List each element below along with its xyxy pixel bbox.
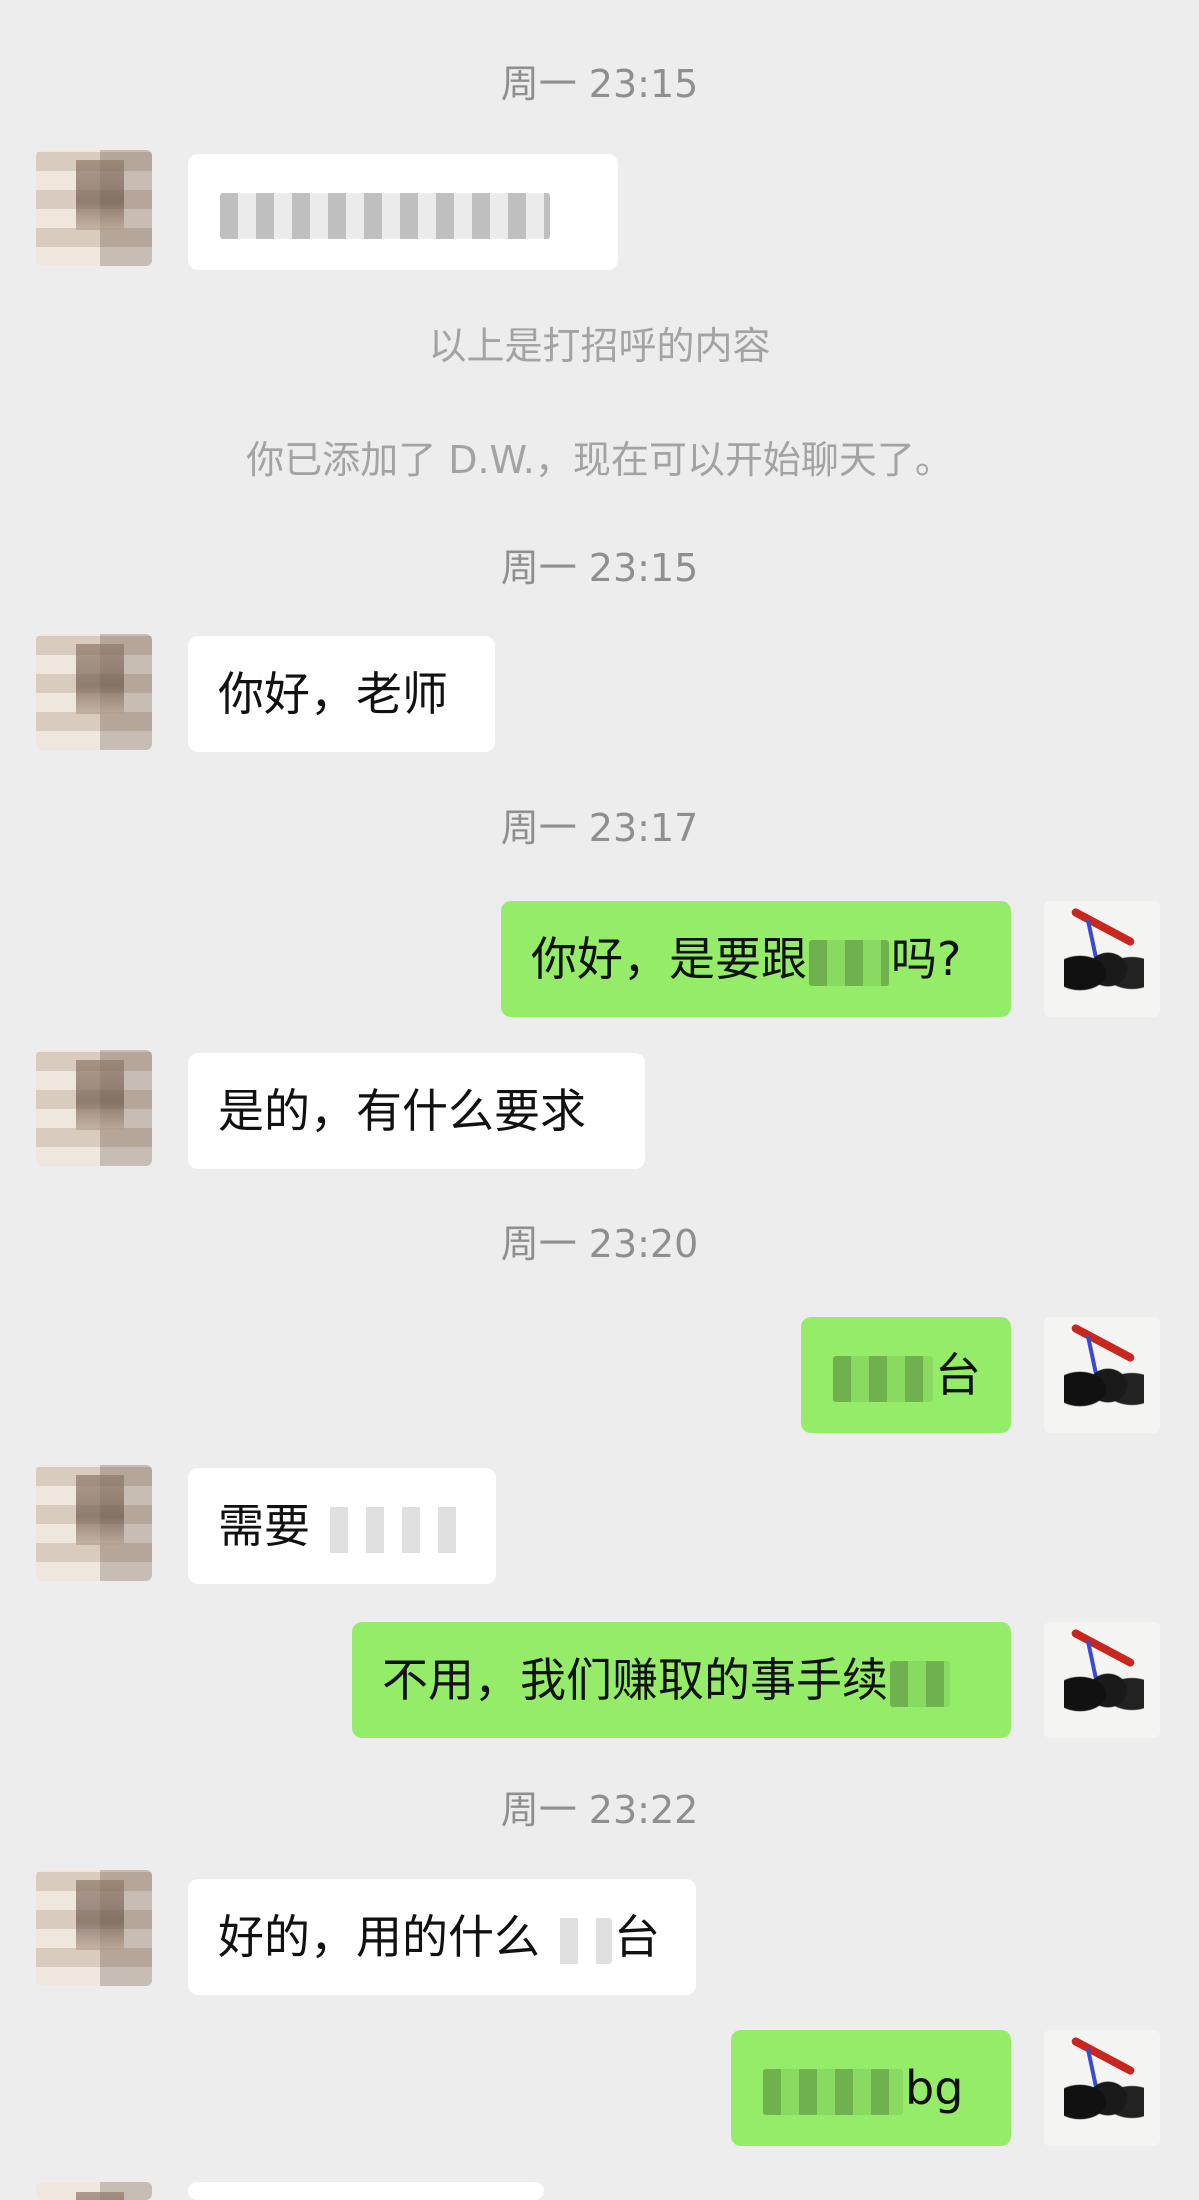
incoming-message[interactable]: 你好，老师: [188, 636, 495, 752]
message-text: 好的，用的什么: [218, 1910, 540, 1964]
system-notice: 以上是打招呼的内容: [428, 324, 771, 368]
timestamp: 周一 23:15: [500, 546, 699, 590]
ink-mountains: [1064, 931, 1144, 1001]
incoming-message[interactable]: [188, 2182, 544, 2200]
timestamp: 周一 23:20: [500, 1222, 699, 1266]
peer-avatar[interactable]: [36, 1050, 152, 1166]
timestamp: 周一 23:17: [500, 806, 699, 850]
peer-avatar[interactable]: [36, 2182, 152, 2200]
message-text: 需要: [218, 1499, 310, 1553]
message-text: 台: [614, 1910, 660, 1964]
redacted-text: [833, 1355, 933, 1402]
message-text: 是的，有什么要求: [218, 1084, 586, 1138]
redacted-text: [220, 192, 550, 239]
outgoing-message[interactable]: 台: [801, 1317, 1011, 1433]
self-avatar[interactable]: [1044, 2030, 1160, 2146]
self-avatar[interactable]: [1044, 1622, 1160, 1738]
timestamp: 周一 23:15: [500, 62, 699, 106]
self-avatar[interactable]: [1044, 1317, 1160, 1433]
outgoing-message[interactable]: bg: [731, 2030, 1011, 2146]
redacted-text: [809, 939, 889, 986]
peer-avatar[interactable]: [36, 1870, 152, 1986]
peer-avatar[interactable]: [36, 634, 152, 750]
message-text: 不用，我们赚取的事手续: [382, 1653, 888, 1707]
message-text: 台: [935, 1348, 981, 1402]
redacted-text: [890, 1660, 950, 1707]
peer-avatar[interactable]: [36, 1465, 152, 1581]
system-notice: 你已添加了 D.W.，现在可以开始聊天了。: [246, 438, 953, 482]
incoming-message[interactable]: 是的，有什么要求: [188, 1053, 645, 1169]
ink-mountains: [1064, 2060, 1144, 2130]
ink-mountains: [1064, 1347, 1144, 1417]
message-text: 吗?: [891, 932, 962, 986]
redacted-text: [763, 2068, 903, 2115]
incoming-message[interactable]: 好的，用的什么 台: [188, 1879, 696, 1995]
incoming-message[interactable]: 需要: [188, 1468, 496, 1584]
message-text: 你好，是要跟: [531, 932, 807, 986]
ink-mountains: [1064, 1652, 1144, 1722]
redacted-text: [542, 1917, 612, 1964]
chat-thread[interactable]: 周一 23:15 以上是打招呼的内容 你已添加了 D.W.，现在可以开始聊天了。…: [0, 0, 1199, 2200]
incoming-message[interactable]: [188, 154, 618, 270]
outgoing-message[interactable]: 不用，我们赚取的事手续: [352, 1622, 1011, 1738]
redacted-text: [312, 1506, 462, 1553]
timestamp: 周一 23:22: [500, 1788, 699, 1832]
message-text: bg: [905, 2061, 964, 2115]
message-text: 你好，老师: [218, 667, 448, 721]
peer-avatar[interactable]: [36, 150, 152, 266]
outgoing-message[interactable]: 你好，是要跟 吗?: [501, 901, 1011, 1017]
self-avatar[interactable]: [1044, 901, 1160, 1017]
